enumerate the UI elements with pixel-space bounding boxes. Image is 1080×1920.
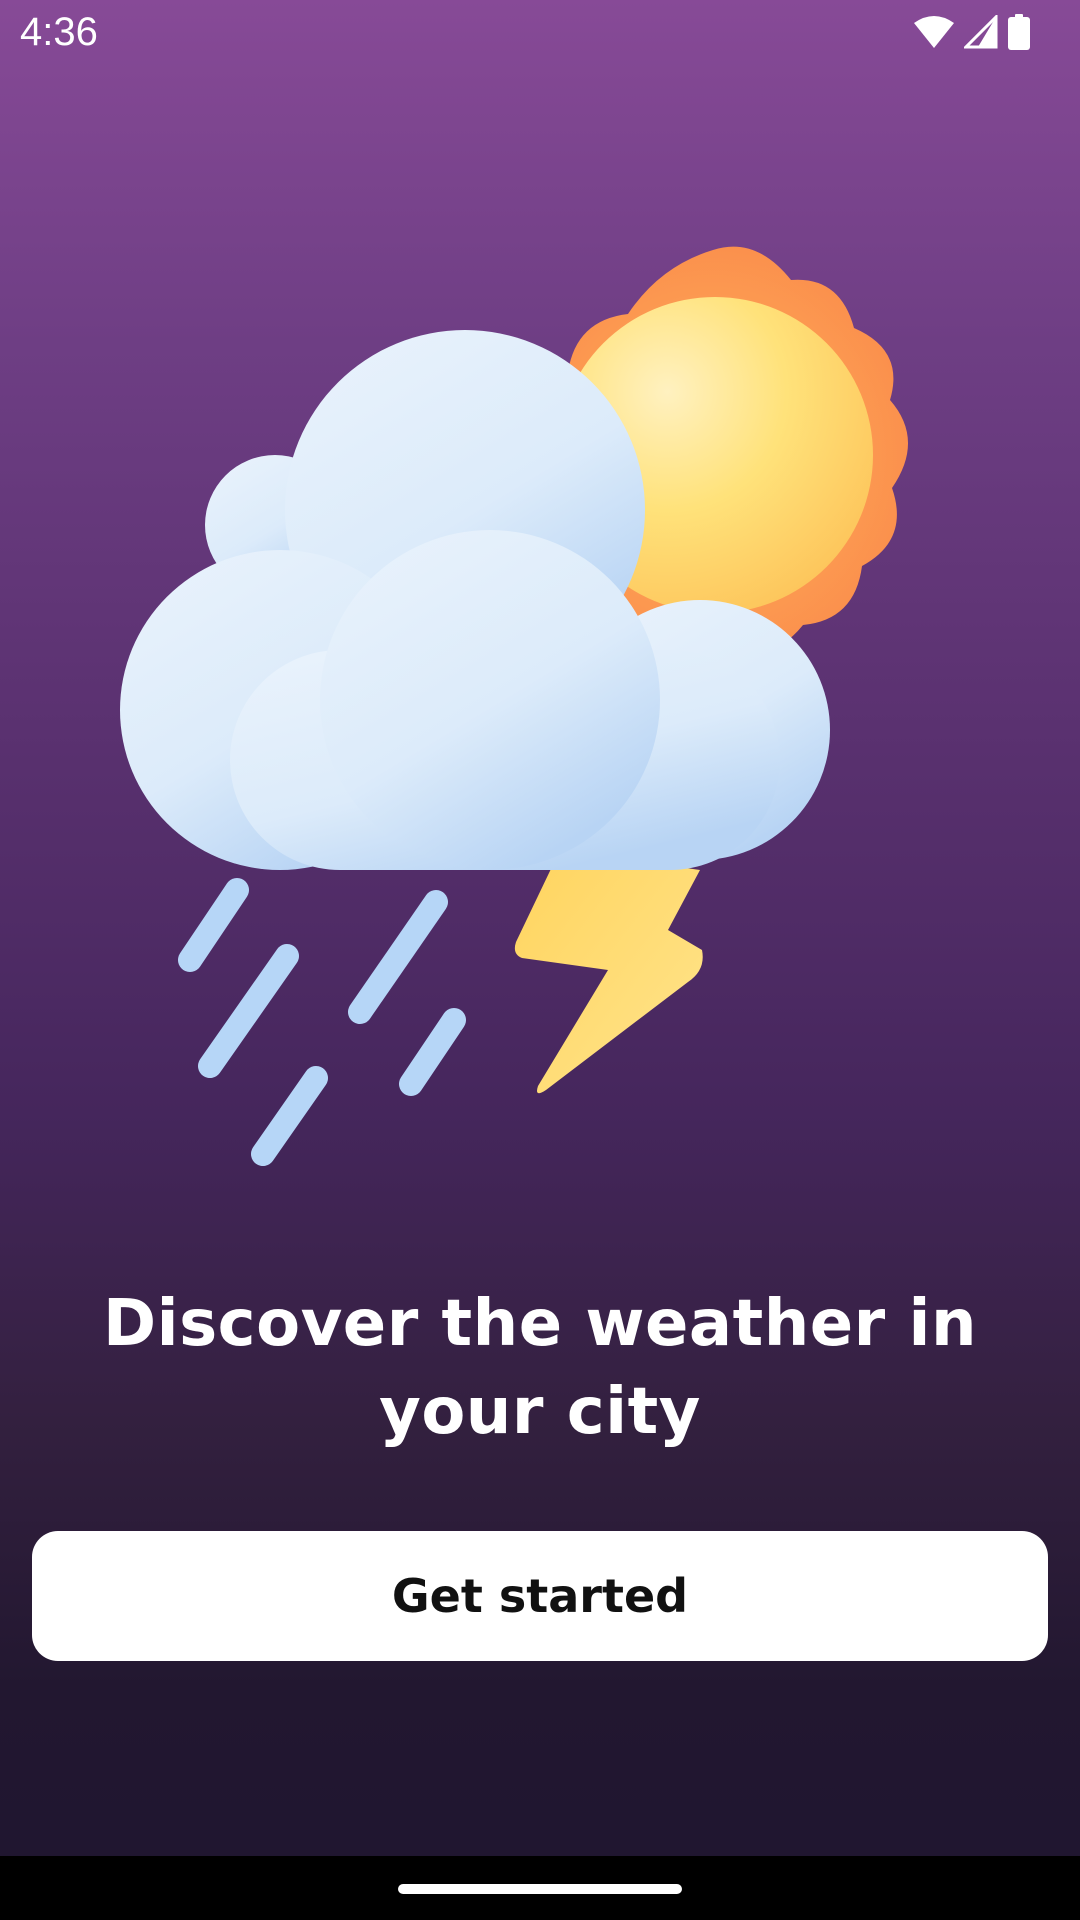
weather-cloud-sun-thunder-rain-icon (120, 246, 909, 1166)
weather-illustration (120, 230, 980, 1180)
onboarding-headline: Discover the weather in your city (103, 1287, 977, 1449)
status-bar: 4:36 (0, 0, 1080, 64)
get-started-button[interactable]: Get started (32, 1531, 1048, 1661)
wifi-icon (914, 15, 954, 49)
cellular-signal-icon (964, 15, 998, 49)
home-indicator[interactable] (398, 1884, 682, 1894)
status-icons (914, 12, 1030, 52)
battery-icon (1008, 14, 1030, 50)
status-time: 4:36 (20, 10, 98, 54)
navigation-bar (0, 1856, 1080, 1920)
